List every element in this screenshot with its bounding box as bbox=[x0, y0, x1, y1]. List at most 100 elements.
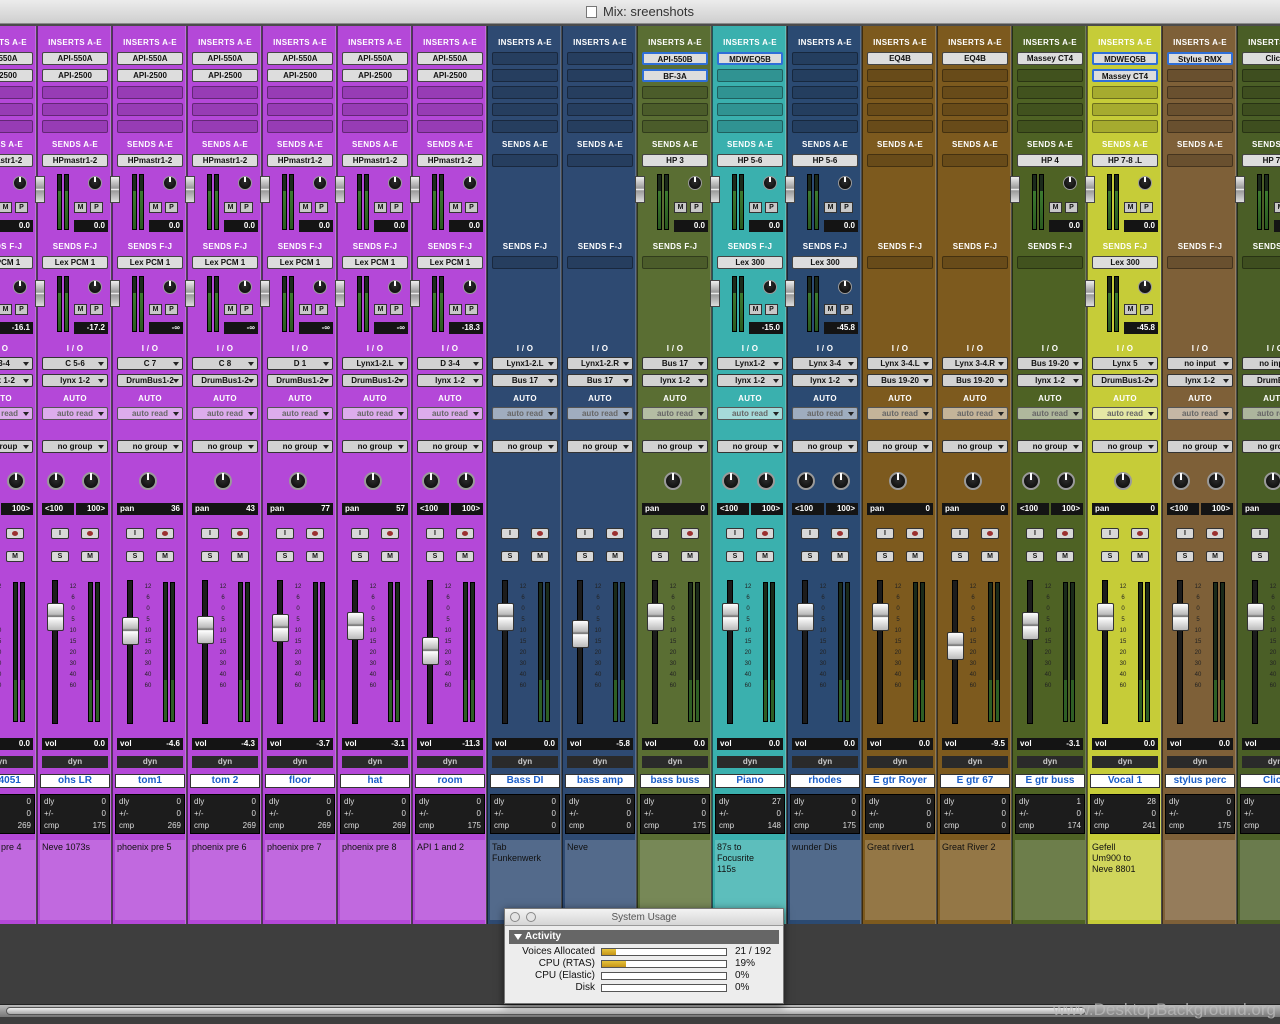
send-f-pre-button[interactable]: P bbox=[15, 304, 28, 315]
send-f-mute-button[interactable]: M bbox=[224, 304, 237, 315]
group-selector[interactable]: no group bbox=[942, 440, 1008, 453]
track-name[interactable]: stylus perc bbox=[1165, 774, 1235, 788]
volume-fader[interactable] bbox=[272, 580, 289, 724]
output-selector[interactable]: lynx 1-2 bbox=[0, 374, 33, 387]
volume-fader[interactable] bbox=[947, 580, 964, 724]
send-f-slot[interactable] bbox=[492, 256, 558, 269]
input-selector[interactable]: Lynx 3-4.L bbox=[867, 357, 933, 370]
insert-slot[interactable]: API-2500 bbox=[417, 69, 483, 82]
output-selector[interactable]: Bus 19-20 bbox=[942, 374, 1008, 387]
insert-slot[interactable] bbox=[1017, 120, 1083, 133]
track-name[interactable]: Click bbox=[1240, 774, 1280, 788]
input-monitor-button[interactable]: I bbox=[1251, 528, 1269, 539]
group-selector[interactable]: no group bbox=[1167, 440, 1233, 453]
solo-button[interactable]: S bbox=[1176, 551, 1194, 562]
insert-slot[interactable] bbox=[117, 103, 183, 116]
activity-section-header[interactable]: Activity bbox=[509, 930, 779, 944]
track-name[interactable]: 451 4051 bbox=[0, 774, 35, 788]
send-f-pan-knob[interactable] bbox=[313, 280, 327, 294]
volume-fader[interactable] bbox=[722, 580, 739, 724]
mute-button[interactable]: M bbox=[231, 551, 249, 562]
input-monitor-button[interactable]: I bbox=[1026, 528, 1044, 539]
insert-slot[interactable] bbox=[417, 103, 483, 116]
input-monitor-button[interactable]: I bbox=[951, 528, 969, 539]
output-selector[interactable]: DrumBus1-2 bbox=[1092, 374, 1158, 387]
record-arm-button[interactable] bbox=[906, 528, 924, 539]
send-a-fader[interactable] bbox=[635, 176, 645, 203]
mute-button[interactable]: M bbox=[906, 551, 924, 562]
track-comment[interactable]: Neve 1073s bbox=[40, 840, 110, 920]
group-selector[interactable]: no group bbox=[492, 440, 558, 453]
track-name[interactable]: tom1 bbox=[115, 774, 185, 788]
record-arm-button[interactable] bbox=[756, 528, 774, 539]
insert-slot[interactable] bbox=[1242, 103, 1280, 116]
volume-fader[interactable] bbox=[1022, 580, 1039, 724]
insert-slot[interactable] bbox=[1092, 86, 1158, 99]
insert-slot[interactable] bbox=[1167, 103, 1233, 116]
send-a-mute-button[interactable]: M bbox=[674, 202, 687, 213]
send-a-pan-knob[interactable] bbox=[838, 176, 852, 190]
send-a-pan-knob[interactable] bbox=[1063, 176, 1077, 190]
input-selector[interactable]: Lynx 3-4.R bbox=[942, 357, 1008, 370]
send-f-pan-knob[interactable] bbox=[88, 280, 102, 294]
send-f-mute-button[interactable]: M bbox=[149, 304, 162, 315]
input-selector[interactable]: Lynx 5 bbox=[1092, 357, 1158, 370]
send-f-pan-knob[interactable] bbox=[838, 280, 852, 294]
send-f-pan-knob[interactable] bbox=[13, 280, 27, 294]
track-name[interactable]: tom 2 bbox=[190, 774, 260, 788]
volume-fader[interactable] bbox=[122, 580, 139, 724]
insert-slot[interactable]: API-550A bbox=[342, 52, 408, 65]
send-a-slot[interactable]: HP 5-6 bbox=[717, 154, 783, 167]
insert-slot[interactable] bbox=[1167, 86, 1233, 99]
input-selector[interactable]: D 3-4 bbox=[417, 357, 483, 370]
record-arm-button[interactable] bbox=[306, 528, 324, 539]
record-arm-button[interactable] bbox=[6, 528, 24, 539]
input-monitor-button[interactable]: I bbox=[426, 528, 444, 539]
solo-button[interactable]: S bbox=[126, 551, 144, 562]
mute-button[interactable]: M bbox=[306, 551, 324, 562]
output-selector[interactable]: DrumBus1-2 bbox=[117, 374, 183, 387]
track-name[interactable]: Bass DI bbox=[490, 774, 560, 788]
send-a-mute-button[interactable]: M bbox=[149, 202, 162, 213]
track-comment[interactable]: phoenix pre 4 bbox=[0, 840, 35, 920]
automation-mode-selector[interactable]: auto read bbox=[567, 407, 633, 420]
send-f-fader[interactable] bbox=[1085, 280, 1095, 307]
pan-right-knob[interactable] bbox=[832, 472, 850, 490]
input-monitor-button[interactable]: I bbox=[501, 528, 519, 539]
insert-slot[interactable] bbox=[792, 52, 858, 65]
send-a-slot[interactable]: HP 7-8 .L bbox=[1092, 154, 1158, 167]
send-a-pan-knob[interactable] bbox=[688, 176, 702, 190]
automation-mode-selector[interactable]: auto read bbox=[717, 407, 783, 420]
send-a-pre-button[interactable]: P bbox=[765, 202, 778, 213]
solo-button[interactable]: S bbox=[51, 551, 69, 562]
pan-knob[interactable] bbox=[289, 472, 307, 490]
mute-button[interactable]: M bbox=[456, 551, 474, 562]
mute-button[interactable]: M bbox=[381, 551, 399, 562]
send-a-pan-knob[interactable] bbox=[13, 176, 27, 190]
send-a-pan-knob[interactable] bbox=[238, 176, 252, 190]
send-a-fader[interactable] bbox=[1085, 176, 1095, 203]
insert-slot[interactable] bbox=[342, 120, 408, 133]
insert-slot[interactable]: API-2500 bbox=[192, 69, 258, 82]
output-selector[interactable]: lynx 1-2 bbox=[717, 374, 783, 387]
send-a-mute-button[interactable]: M bbox=[74, 202, 87, 213]
group-selector[interactable]: no group bbox=[717, 440, 783, 453]
track-name[interactable]: bass buss bbox=[640, 774, 710, 788]
pan-left-knob[interactable] bbox=[1172, 472, 1190, 490]
insert-slot[interactable] bbox=[867, 103, 933, 116]
automation-mode-selector[interactable]: auto read bbox=[417, 407, 483, 420]
mute-button[interactable]: M bbox=[981, 551, 999, 562]
send-a-pan-knob[interactable] bbox=[463, 176, 477, 190]
automation-mode-selector[interactable]: auto read bbox=[267, 407, 333, 420]
insert-slot[interactable]: API-550A bbox=[42, 52, 108, 65]
record-arm-button[interactable] bbox=[156, 528, 174, 539]
send-a-pan-knob[interactable] bbox=[88, 176, 102, 190]
insert-slot[interactable] bbox=[0, 86, 33, 99]
insert-slot[interactable]: API-550A bbox=[117, 52, 183, 65]
mute-button[interactable]: M bbox=[6, 551, 24, 562]
insert-slot[interactable] bbox=[1092, 103, 1158, 116]
send-a-slot[interactable] bbox=[867, 154, 933, 167]
send-a-slot[interactable]: HP 5-6 bbox=[792, 154, 858, 167]
automation-mode-selector[interactable]: auto read bbox=[342, 407, 408, 420]
group-selector[interactable]: no group bbox=[42, 440, 108, 453]
